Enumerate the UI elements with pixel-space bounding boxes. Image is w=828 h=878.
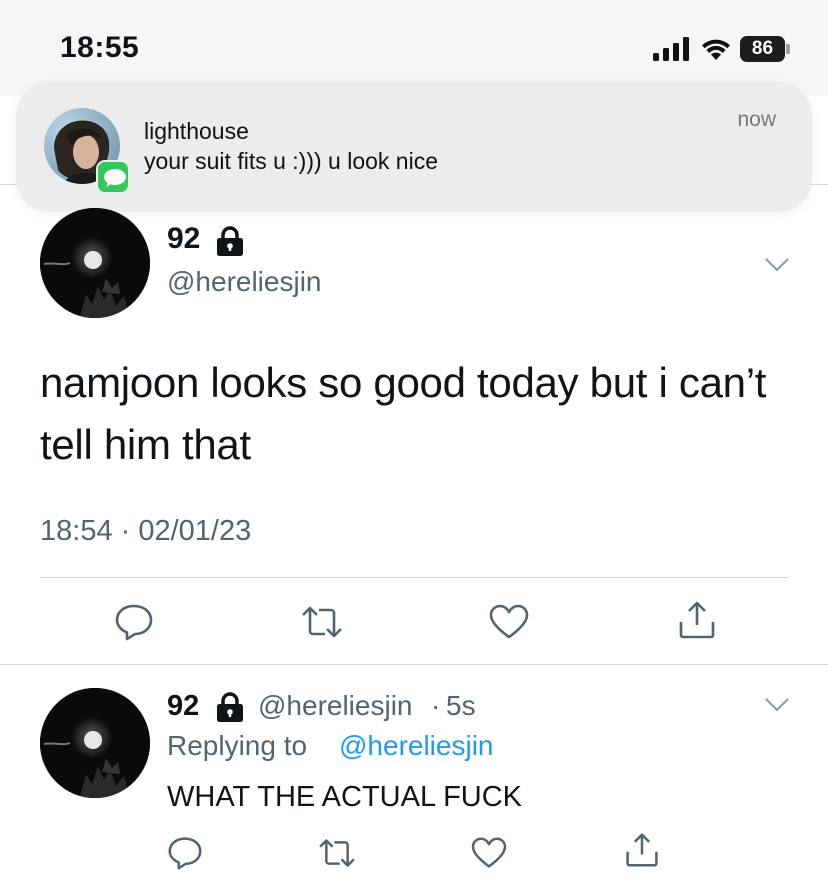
lock-icon (217, 226, 243, 256)
tweet-text: namjoon looks so good today but i can’t … (40, 359, 767, 468)
divider (40, 577, 788, 578)
wifi-icon (702, 39, 730, 60)
reply-author-handle[interactable]: @hereliesjin (258, 690, 413, 722)
divider (0, 184, 18, 185)
reply-author-avatar[interactable] (40, 688, 150, 798)
replying-to-label: Replying to (167, 730, 308, 761)
divider (0, 664, 828, 665)
reply-text: WHAT THE ACTUAL FUCK (167, 781, 523, 813)
share-icon[interactable] (624, 832, 660, 868)
battery-percent: 86 (751, 38, 774, 59)
like-icon[interactable] (489, 604, 529, 640)
separator-dot: · (431, 690, 441, 721)
replying-to-handle[interactable]: @hereliesjin (339, 730, 494, 762)
battery-indicator: 86 (740, 36, 790, 62)
retweet-icon[interactable] (300, 604, 344, 640)
messages-icon (96, 160, 130, 194)
notification-time: now (737, 108, 776, 131)
chevron-down-icon[interactable] (764, 257, 790, 273)
reply-author-name[interactable]: 92 (167, 690, 199, 723)
tweet-author-name[interactable]: 92 (167, 222, 200, 256)
reply-icon[interactable] (167, 836, 203, 870)
tweet-timestamp[interactable]: 18:54 · 02/01/23 (40, 515, 251, 548)
tweet-author-handle[interactable]: @hereliesjin (167, 266, 322, 298)
reply-age[interactable]: 5s (446, 690, 476, 722)
share-icon[interactable] (677, 600, 717, 640)
status-time: 18:55 (60, 31, 140, 64)
retweet-icon[interactable] (317, 837, 357, 869)
notification-message: your suit fits u :))) u look nice (144, 148, 438, 174)
notification-sender: lighthouse (144, 118, 249, 144)
divider (810, 184, 828, 185)
chevron-down-icon[interactable] (764, 697, 790, 713)
like-icon[interactable] (471, 837, 507, 869)
cellular-signal-icon (653, 37, 689, 61)
lock-icon (217, 692, 243, 722)
notification-banner[interactable]: lighthouse your suit fits u :))) u look … (16, 82, 812, 212)
tweet-author-avatar[interactable] (40, 208, 150, 318)
reply-icon[interactable] (114, 603, 154, 641)
